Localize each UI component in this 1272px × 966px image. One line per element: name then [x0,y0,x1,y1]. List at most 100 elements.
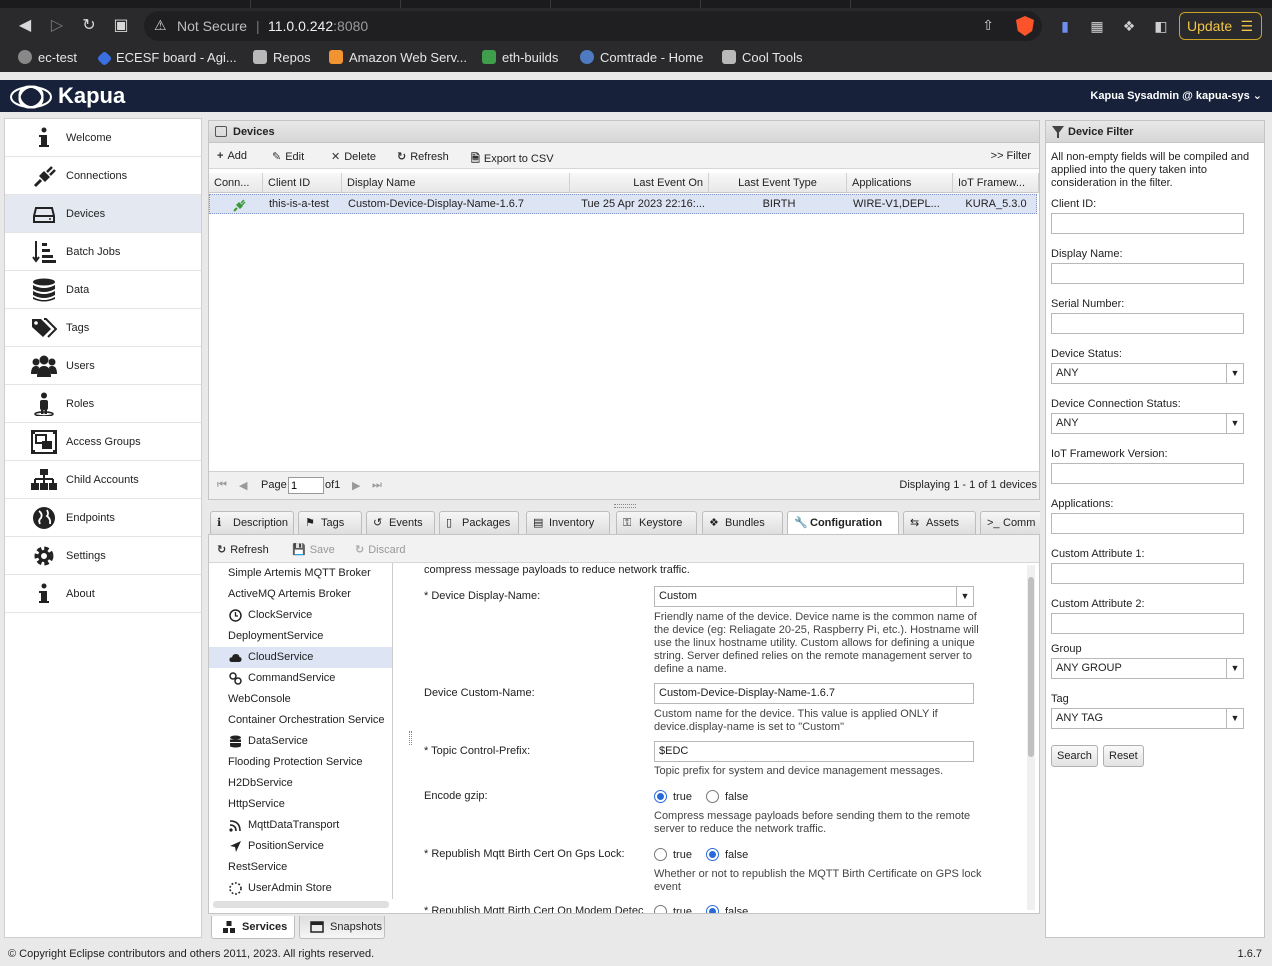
service-list-hscrollbar[interactable] [213,901,389,908]
tab-configuration[interactable]: 🔧 Configuration [787,511,899,534]
table-row[interactable]: this-is-a-test Custom-Device-Display-Nam… [209,194,1037,214]
refresh-button[interactable]: ↻ Refresh [397,150,449,163]
add-button[interactable]: + Add [217,150,247,162]
column-header-connection[interactable]: Conn... [209,173,263,193]
column-header-applications[interactable]: Applications [847,173,953,193]
nav-item-welcome[interactable]: Welcome [5,119,201,157]
tab-inventory[interactable]: ▤ Inventory [526,511,610,534]
back-icon[interactable]: ◀ [15,16,35,36]
brave-shield-icon[interactable] [1016,16,1034,36]
list-item[interactable]: DeploymentService [209,626,392,647]
tab-command[interactable]: >_ Comm [980,511,1040,534]
iot-framework-input[interactable] [1051,463,1244,484]
tab-services[interactable]: Services [211,916,295,939]
modem-true-radio[interactable] [654,905,667,913]
client-id-input[interactable] [1051,213,1244,234]
list-item[interactable]: CloudService [209,647,392,668]
list-item[interactable]: Simple Artemis MQTT Broker [209,563,392,584]
window-icon[interactable]: ▦ [1088,17,1106,35]
list-item[interactable]: ActiveMQ Artemis Broker [209,584,392,605]
tab-tags[interactable]: ⚑ Tags [298,511,362,534]
edit-button[interactable]: ✎ Edit [272,150,304,163]
list-item[interactable]: H2DbService [209,773,392,794]
nav-item-roles[interactable]: Roles [5,385,201,423]
tab-snapshots[interactable]: Snapshots [299,916,385,939]
list-item[interactable]: ClockService [209,605,392,626]
nav-item-about[interactable]: About [5,575,201,613]
column-header-client-id[interactable]: Client ID [263,173,342,193]
config-refresh-button[interactable]: ↻ Refresh [217,543,269,556]
bookmark-item[interactable]: ec-test [18,49,77,67]
tab-description[interactable]: ℹ Description [210,511,294,534]
tab-keystore[interactable]: ⚿ Keystore [616,511,697,534]
page-number-input[interactable] [288,477,324,494]
bookmark-item[interactable]: ECESF board - Agi... [96,49,237,67]
bookmark-item[interactable]: Repos [253,49,311,67]
tab-packages[interactable]: ▯ Packages [439,511,519,534]
filter-toggle-button[interactable]: >> Filter [991,150,1031,162]
nav-item-settings[interactable]: Settings [5,537,201,575]
list-item[interactable]: DataService [209,731,392,752]
bookmark-item[interactable]: eth-builds [482,49,558,67]
list-item[interactable]: CommandService [209,668,392,689]
device-status-select[interactable]: ANY ▼ [1051,363,1244,384]
tab-events[interactable]: ↺ Events [366,511,435,534]
reload-icon[interactable]: ↻ [79,16,99,36]
serial-number-input[interactable] [1051,313,1244,334]
applications-input[interactable] [1051,513,1244,534]
custom-attribute-1-input[interactable] [1051,563,1244,584]
config-discard-button[interactable]: ↻ Discard [355,543,406,556]
update-button[interactable]: Update ☰ [1179,12,1262,40]
connection-status-select[interactable]: ANY ▼ [1051,413,1244,434]
group-select[interactable]: ANY GROUP ▼ [1051,658,1244,679]
column-header-last-event-on[interactable]: Last Event On [570,173,709,193]
previous-page-icon[interactable]: ◀ [239,479,247,492]
export-csv-button[interactable]: 🗎 Export to CSV [471,150,554,169]
custom-attribute-2-input[interactable] [1051,613,1244,634]
gzip-true-radio[interactable] [654,790,667,803]
modem-false-radio[interactable] [706,905,719,913]
nav-item-devices[interactable]: Devices [5,195,201,233]
user-menu[interactable]: Kapua Sysadmin @ kapua-sys ⌄ [1090,89,1262,102]
display-name-select[interactable]: Custom ▼ [654,586,974,607]
list-item[interactable]: Container Orchestration Service [209,710,392,731]
display-name-filter-input[interactable] [1051,263,1244,284]
column-header-iot-framework[interactable]: IoT Framew... [953,173,1039,193]
bookmark-icon[interactable]: ▣ [111,16,131,36]
puzzle-icon[interactable]: ❖ [1120,17,1138,35]
search-button[interactable]: Search [1051,745,1098,767]
bookmark-item[interactable]: Comtrade - Home [580,49,703,67]
tab-bundles[interactable]: ❖ Bundles [702,511,783,534]
kapua-logo[interactable]: Kapua [8,83,125,109]
nav-item-connections[interactable]: Connections [5,157,201,195]
gps-false-radio[interactable] [706,848,719,861]
nav-item-users[interactable]: Users [5,347,201,385]
last-page-icon[interactable]: ⏭ [372,479,382,492]
column-header-last-event-type[interactable]: Last Event Type [709,173,847,193]
config-save-button[interactable]: 💾 Save [292,543,335,556]
list-item[interactable]: RestService [209,857,392,878]
gzip-false-radio[interactable] [706,790,719,803]
sidebar-icon[interactable]: ◧ [1152,17,1170,35]
list-item[interactable]: Flooding Protection Service [209,752,392,773]
forward-icon[interactable]: ▷ [47,16,67,36]
bookmark-item[interactable]: Amazon Web Serv... [329,49,467,67]
first-page-icon[interactable]: ⏮ [217,479,227,492]
custom-name-input[interactable]: Custom-Device-Display-Name-1.6.7 [654,683,974,704]
list-item[interactable]: PositionService [209,836,392,857]
tab-assets[interactable]: ⇆ Assets [903,511,976,534]
list-item[interactable]: UserAdmin Store [209,878,392,899]
next-page-icon[interactable]: ▶ [352,479,360,492]
nav-item-endpoints[interactable]: Endpoints [5,499,201,537]
column-header-display-name[interactable]: Display Name [342,173,570,193]
nav-item-child-accounts[interactable]: Child Accounts [5,461,201,499]
bitwarden-icon[interactable]: ▮ [1056,17,1074,35]
panel-splitter-handle[interactable] [614,504,636,508]
list-item[interactable]: MqttDataTransport [209,815,392,836]
tag-select[interactable]: ANY TAG ▼ [1051,708,1244,729]
delete-button[interactable]: ✕ Delete [331,150,376,163]
address-bar[interactable]: ⚠ Not Secure | 11.0.0.242:8080 ⇧ [144,11,1042,41]
gps-true-radio[interactable] [654,848,667,861]
nav-item-data[interactable]: Data [5,271,201,309]
share-icon[interactable]: ⇧ [982,17,994,34]
